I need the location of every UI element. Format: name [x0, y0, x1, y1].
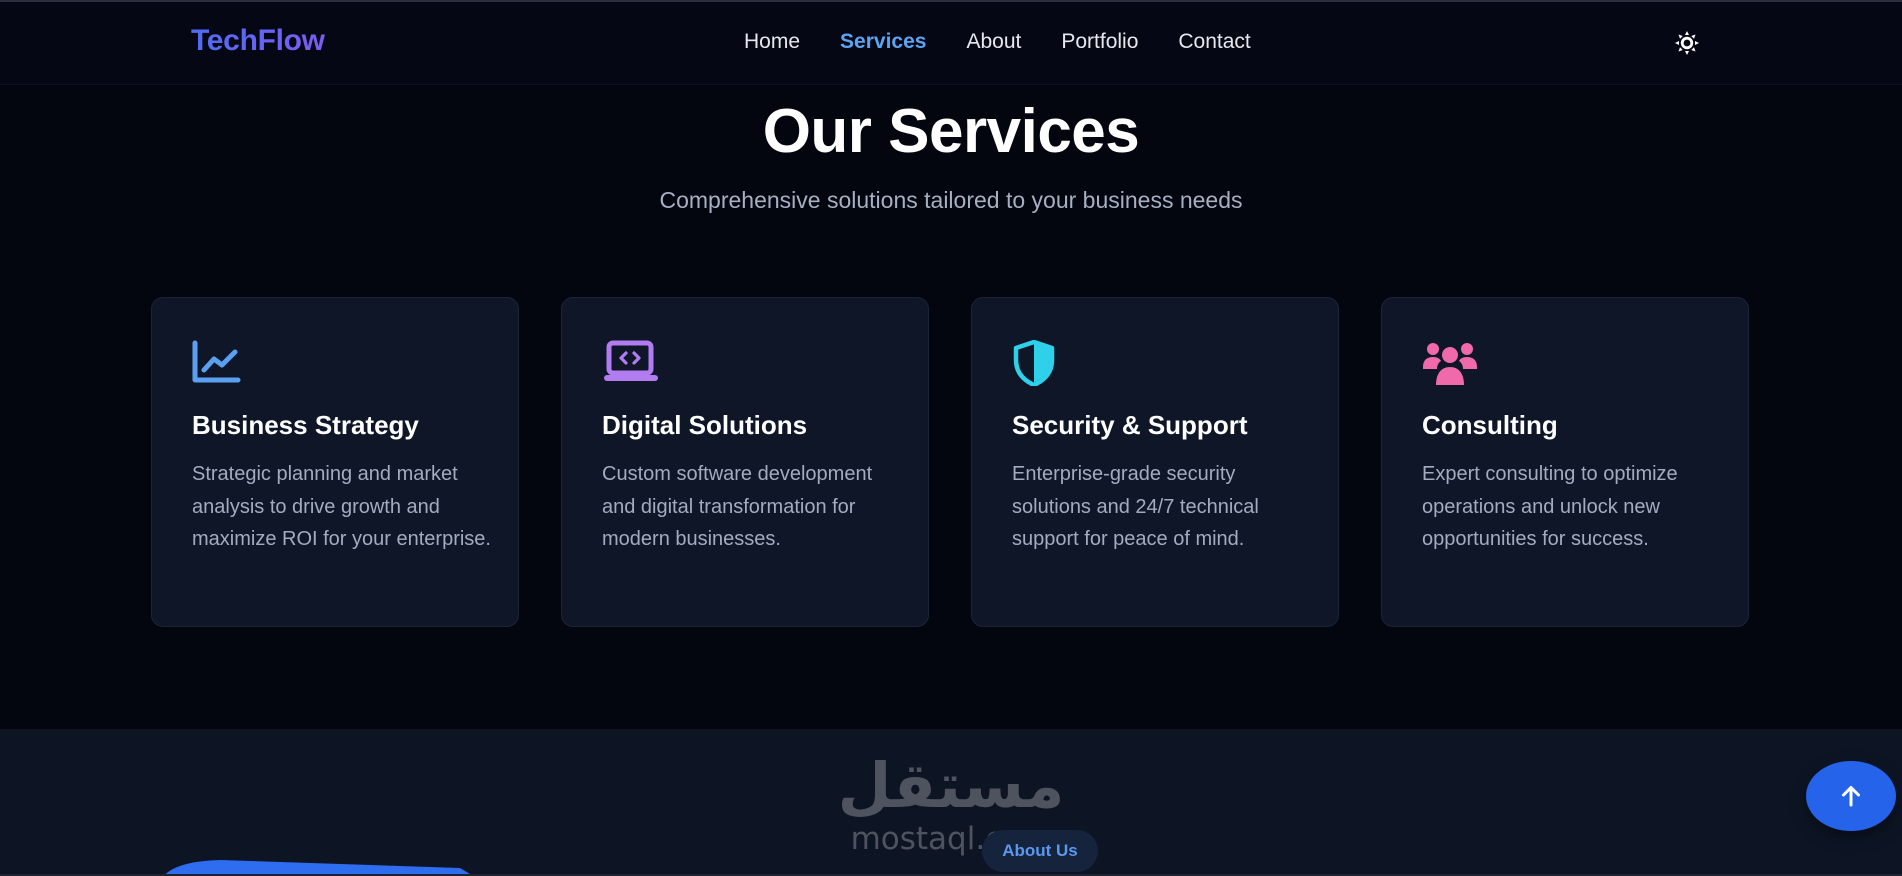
sun-icon	[1675, 31, 1699, 55]
nav-home[interactable]: Home	[744, 30, 800, 54]
laptop-code-icon	[602, 340, 660, 386]
about-us-badge: About Us	[982, 830, 1098, 872]
page: TechFlow Home Services About Portfolio C…	[0, 0, 1902, 876]
shield-icon	[1012, 339, 1070, 388]
card-description: Expert consulting to optimize operations…	[1422, 463, 1678, 550]
card-title: Business Strategy	[192, 410, 419, 440]
chart-line-icon	[192, 340, 250, 386]
nav-portfolio[interactable]: Portfolio	[1061, 30, 1138, 54]
service-card-consulting[interactable]: Consulting Expert consulting to optimize…	[1381, 297, 1749, 627]
service-card-business-strategy[interactable]: Business Strategy Strategic planning and…	[151, 297, 519, 627]
card-description: Custom software development and digital …	[602, 463, 873, 550]
nav-services[interactable]: Services	[840, 30, 926, 54]
service-card-security-support[interactable]: Security & Support Enterprise-grade secu…	[971, 297, 1339, 627]
navbar: TechFlow Home Services About Portfolio C…	[0, 2, 1902, 85]
nav-about[interactable]: About	[966, 30, 1021, 54]
card-title: Security & Support	[1012, 410, 1248, 440]
services-cards: Business Strategy Strategic planning and…	[151, 297, 1751, 629]
services-subtitle: Comprehensive solutions tailored to your…	[659, 187, 1243, 213]
services-title: Our Services	[762, 97, 1140, 166]
watermark-arabic: مستقل	[837, 749, 1065, 822]
nav-contact[interactable]: Contact	[1178, 30, 1250, 54]
card-title: Digital Solutions	[602, 410, 808, 440]
arrow-up-icon	[1842, 786, 1860, 807]
card-description: Strategic planning and market analysis t…	[192, 463, 491, 550]
service-card-digital-solutions[interactable]: Digital Solutions Custom software develo…	[561, 297, 929, 627]
brand-logo[interactable]: TechFlow	[191, 24, 325, 58]
users-icon	[1422, 340, 1480, 386]
scroll-to-top-button[interactable]	[1806, 761, 1896, 831]
card-title: Consulting	[1422, 410, 1558, 440]
theme-toggle-button[interactable]	[1674, 30, 1700, 56]
nav-links: Home Services About Portfolio Contact	[744, 30, 1291, 54]
card-description: Enterprise-grade security solutions and …	[1012, 463, 1259, 550]
